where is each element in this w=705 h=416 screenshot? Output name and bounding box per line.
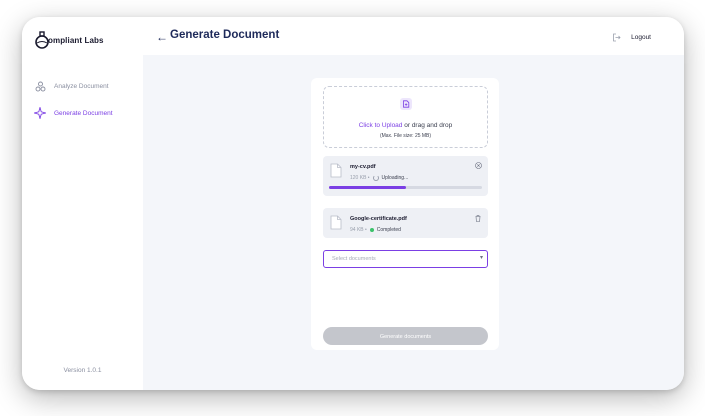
top-header: ← Generate Document Logout — [143, 17, 684, 55]
brand-logo[interactable]: ompliant Labs — [34, 31, 104, 49]
loading-spinner-icon — [372, 175, 379, 181]
document-icon — [330, 163, 342, 178]
upload-dropzone[interactable]: Click to Upload or drag and drop (Max. F… — [323, 86, 488, 148]
upload-file-icon — [400, 98, 412, 110]
drag-drop-text: or drag and drop — [402, 122, 453, 129]
file-name: Google-certificate.pdf — [350, 216, 407, 222]
file-item-uploading: my-cv.pdf 120 KB • Uploading... — [323, 156, 488, 196]
sidebar-nav: Analyze Document Generate Document — [22, 75, 143, 129]
cancel-upload-icon[interactable] — [475, 162, 482, 169]
back-arrow-icon[interactable]: ← — [156, 30, 168, 44]
file-size: 94 KB — [350, 227, 364, 233]
generate-documents-button[interactable]: Generate documents — [323, 327, 488, 345]
sidebar-item-label: Analyze Document — [54, 82, 109, 90]
select-documents-dropdown[interactable]: Select documents ▾ — [323, 250, 488, 268]
upload-instruction: Click to Upload or drag and drop — [324, 122, 487, 129]
molecule-icon — [34, 80, 46, 92]
sparkle-icon — [34, 107, 46, 119]
chevron-down-icon: ▾ — [479, 255, 483, 261]
main-content: Click to Upload or drag and drop (Max. F… — [143, 55, 684, 390]
sidebar-item-generate-document[interactable]: Generate Document — [22, 102, 143, 124]
file-status: Completed — [376, 227, 401, 233]
meta-separator: • — [363, 227, 367, 233]
click-to-upload-link[interactable]: Click to Upload — [359, 122, 403, 129]
upload-progress-fill — [329, 186, 406, 189]
document-icon — [330, 215, 342, 230]
version-label: Version 1.0.1 — [63, 367, 102, 374]
completed-dot-icon — [369, 228, 374, 232]
meta-separator: • — [366, 175, 370, 181]
logout-button[interactable]: Logout — [612, 33, 651, 42]
page-title: Generate Document — [170, 29, 280, 41]
select-placeholder: Select documents — [332, 256, 376, 262]
file-item-completed: Google-certificate.pdf 94 KB • Completed — [323, 208, 488, 238]
file-size: 120 KB — [350, 175, 367, 181]
sidebar: ompliant Labs Analyze Document Generate … — [22, 17, 144, 390]
brand-name: ompliant Labs — [48, 35, 104, 45]
generate-card: Click to Upload or drag and drop (Max. F… — [311, 78, 499, 350]
file-name: my-cv.pdf — [350, 164, 376, 170]
file-status: Uploading... — [381, 175, 409, 181]
app-window: ompliant Labs Analyze Document Generate … — [22, 17, 684, 390]
trash-icon[interactable] — [475, 215, 481, 222]
logout-icon — [613, 33, 621, 42]
sidebar-item-label: Generate Document — [54, 109, 113, 117]
file-meta: 120 KB • Uploading... — [350, 175, 408, 181]
file-meta: 94 KB • Completed — [350, 227, 401, 233]
sidebar-item-analyze-document[interactable]: Analyze Document — [22, 75, 143, 97]
upload-progress-bar — [329, 186, 482, 189]
max-file-size-hint: (Max. File size: 25 MB) — [379, 133, 432, 139]
logout-label: Logout — [631, 34, 651, 41]
